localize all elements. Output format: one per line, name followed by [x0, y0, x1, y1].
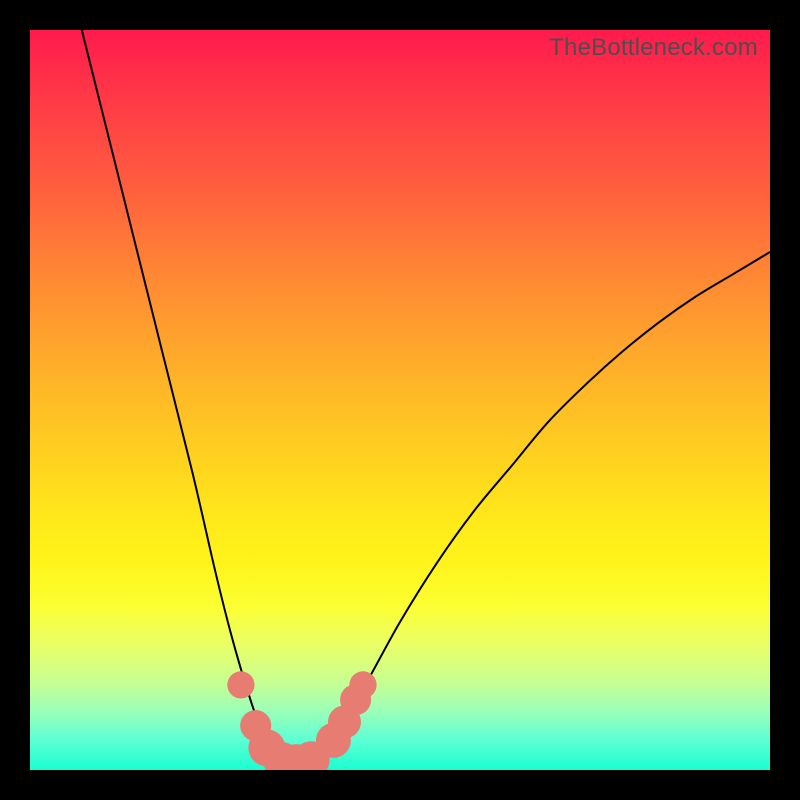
chart-frame: TheBottleneck.com [0, 0, 800, 800]
bottleneck-curve [82, 30, 770, 763]
plot-area: TheBottleneck.com [30, 30, 770, 770]
data-marker [349, 671, 376, 698]
chart-svg [30, 30, 770, 770]
data-marker [227, 671, 254, 698]
marker-group [227, 671, 376, 770]
